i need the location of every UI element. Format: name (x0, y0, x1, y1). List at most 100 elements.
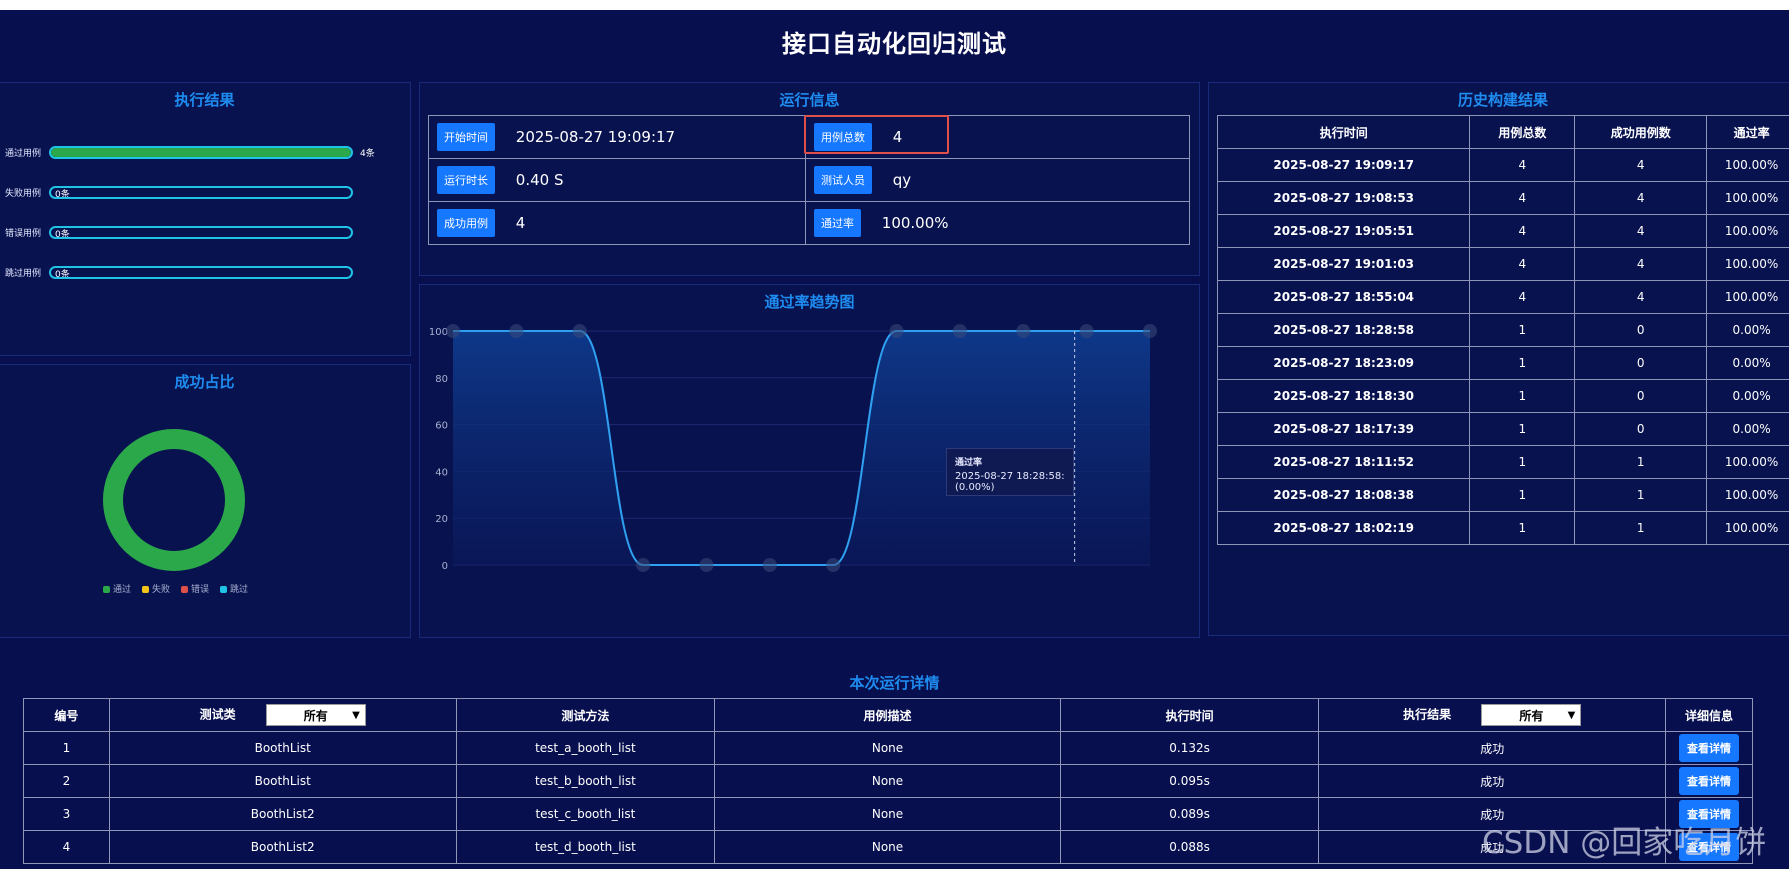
history-cell: 100.00% (1706, 148, 1789, 182)
donut-pass-ring (103, 429, 245, 571)
history-header-total: 用例总数 (1469, 115, 1576, 149)
history-cell: 2025-08-27 18:18:30 (1216, 379, 1471, 413)
trend-point (1079, 324, 1094, 338)
result-bar-track: 0条 (49, 226, 353, 239)
legend-item[interactable]: 跳过 (220, 582, 248, 595)
tester-value: qy (892, 171, 912, 189)
highlight-box (804, 115, 949, 154)
trend-panel: 通过率趋势图 100 80 60 40 20 0 (419, 284, 1200, 638)
history-header-time: 执行时间 (1216, 115, 1471, 149)
history-cell: 0.00% (1706, 412, 1789, 446)
legend-label: 失败 (152, 585, 171, 595)
result-filter-select[interactable]: 所有 ▼ (1481, 704, 1582, 726)
details-cell: 0.088s (1059, 830, 1320, 864)
history-cell: 4 (1469, 214, 1576, 248)
history-row: 2025-08-27 19:05:51 4 4 100.00% (1216, 214, 1789, 248)
view-details-button[interactable]: 查看详情 (1679, 767, 1740, 795)
success-cases-value: 4 (515, 214, 526, 232)
history-cell: 2025-08-27 19:01:03 (1216, 247, 1471, 281)
result-bar-label: 失败用例 (5, 189, 42, 199)
details-cell-action: 查看详情 (1665, 764, 1753, 798)
history-cell: 2025-08-27 18:17:39 (1216, 412, 1471, 446)
history-cell: 100.00% (1706, 280, 1789, 314)
history-cell: 2025-08-27 18:55:04 (1216, 280, 1471, 314)
class-filter-select[interactable]: 所有 ▼ (265, 704, 366, 726)
success-ratio-title: 成功占比 (174, 373, 235, 391)
legend-item[interactable]: 错误 (181, 582, 209, 595)
history-header-rate: 通过率 (1706, 115, 1789, 149)
trend-point (889, 324, 904, 338)
details-cell: test_d_booth_list (455, 830, 716, 864)
details-header-method: 测试方法 (455, 698, 716, 732)
details-cell: test_c_booth_list (455, 797, 716, 831)
details-cell: BoothList (108, 731, 457, 765)
trend-chart[interactable]: 100 80 60 40 20 0 (420, 285, 1201, 639)
trend-point (446, 324, 460, 338)
result-bar-label: 错误用例 (5, 229, 42, 239)
history-row: 2025-08-27 18:55:04 4 4 100.00% (1216, 280, 1789, 314)
history-cell: 100.00% (1706, 445, 1789, 479)
details-cell: 0.132s (1059, 731, 1320, 765)
details-row: 2 BoothList test_b_booth_list None 0.095s 成功查… (23, 764, 1753, 798)
legend-swatch (181, 586, 188, 593)
details-cell: 成功 (1318, 731, 1667, 765)
details-cell: BoothList2 (108, 830, 457, 864)
details-header-id: 编号 (23, 698, 110, 732)
result-bar-track (49, 146, 353, 159)
details-cell: BoothList2 (108, 797, 457, 831)
history-cell: 2025-08-27 18:23:09 (1216, 346, 1471, 380)
duration-tag: 运行时长 (437, 166, 495, 194)
history-cell: 4 (1574, 280, 1708, 314)
trend-point (762, 558, 777, 572)
result-bar-row: 错误用例 0条 (5, 223, 405, 243)
trend-point (1143, 324, 1157, 338)
history-cell: 100.00% (1706, 247, 1789, 281)
trend-point (1016, 324, 1031, 338)
history-cell: 1 (1469, 511, 1576, 545)
trend-point (636, 558, 651, 572)
start-time-tag: 开始时间 (437, 123, 495, 151)
y-tick-label: 20 (435, 514, 448, 525)
legend-item[interactable]: 通过 (103, 582, 131, 595)
details-cell: test_a_booth_list (455, 731, 716, 765)
tooltip-title: 通过率 (955, 458, 983, 468)
history-row: 2025-08-27 18:02:19 1 1 100.00% (1216, 511, 1789, 545)
legend-swatch (103, 586, 110, 593)
y-tick-label: 60 (435, 421, 448, 432)
run-info-title: 运行信息 (779, 91, 840, 109)
trend-point (699, 558, 714, 572)
history-cell: 0.00% (1706, 346, 1789, 380)
history-cell: 4 (1574, 247, 1708, 281)
result-bar-inner: 0条 (55, 270, 70, 279)
history-row: 2025-08-27 19:09:17 4 4 100.00% (1216, 148, 1789, 182)
pass-rate-value: 100.00% (881, 214, 949, 232)
details-cell: None (714, 797, 1061, 831)
success-donut[interactable] (99, 425, 249, 575)
history-cell: 2025-08-27 18:11:52 (1216, 445, 1471, 479)
run-info-panel: 运行信息 开始时间 2025-08-27 19:09:17 用例总数 4 运行时… (419, 82, 1200, 276)
history-cell: 0.00% (1706, 313, 1789, 347)
history-cell: 4 (1469, 181, 1576, 215)
tooltip-value: 2025-08-27 18:28:58: (0.00%) (955, 471, 1065, 493)
history-cell: 1 (1469, 313, 1576, 347)
details-cell: BoothList (108, 764, 457, 798)
view-details-button[interactable]: 查看详情 (1679, 734, 1740, 762)
history-cell: 0 (1574, 346, 1708, 380)
history-panel: 历史构建结果 执行时间 用例总数 成功用例数 通过率 2025-08-27 19… (1208, 82, 1789, 636)
history-cell: 2025-08-27 19:08:53 (1216, 181, 1471, 215)
details-header-class: 测试类 (199, 707, 236, 722)
history-cell: 0.00% (1706, 379, 1789, 413)
history-cell: 4 (1469, 247, 1576, 281)
history-cell: 0 (1574, 379, 1708, 413)
history-cell: 1 (1469, 445, 1576, 479)
y-tick-label: 0 (442, 561, 448, 572)
history-title: 历史构建结果 (1457, 91, 1548, 109)
details-cell: 2 (23, 764, 110, 798)
details-cell: 1 (23, 731, 110, 765)
success-ratio-panel: 成功占比 (0, 364, 411, 638)
legend-item[interactable]: 失败 (142, 582, 170, 595)
history-cell: 1 (1574, 511, 1708, 545)
result-bar-label: 跳过用例 (5, 269, 42, 279)
details-cell: 0.089s (1059, 797, 1320, 831)
legend-swatch (142, 586, 149, 593)
